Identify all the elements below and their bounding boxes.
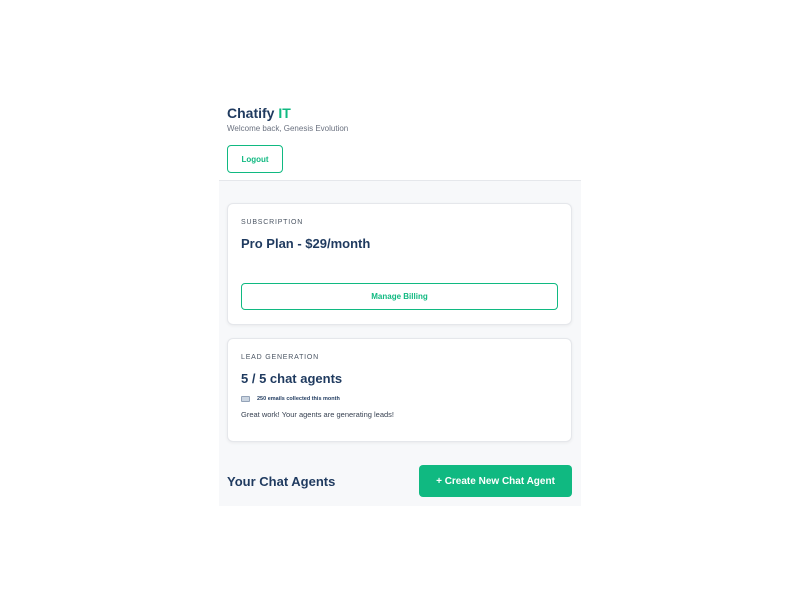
envelope-icon: [241, 396, 250, 402]
plan-title: Pro Plan - $29/month: [241, 236, 371, 251]
logout-button[interactable]: Logout: [227, 145, 283, 173]
manage-billing-button[interactable]: Manage Billing: [241, 283, 558, 310]
welcome-message: Welcome back, Genesis Evolution: [227, 124, 349, 133]
lead-generation-label: LEAD GENERATION: [241, 354, 319, 361]
section-title: Your Chat Agents: [227, 473, 336, 489]
emails-collected-text: 250 emails collected this month: [257, 396, 340, 402]
subscription-label: SUBSCRIPTION: [241, 219, 304, 226]
agents-count: 5 / 5 chat agents: [241, 371, 343, 386]
success-message: Great work! Your agents are generating l…: [241, 410, 395, 419]
brand-accent: IT: [278, 105, 291, 121]
lead-generation-card: LEAD GENERATION 5 / 5 chat agents 250 em…: [227, 338, 572, 442]
brand-logo: Chatify IT: [227, 105, 573, 121]
brand-name: Chatify: [227, 105, 275, 121]
emails-collected: 250 emails collected this month: [241, 396, 558, 402]
dashboard: Chatify IT Welcome back, Genesis Evoluti…: [219, 95, 581, 506]
subscription-card: SUBSCRIPTION Pro Plan - $29/month Manage…: [227, 203, 572, 325]
chat-agents-header: Your Chat Agents + Create New Chat Agent: [227, 465, 572, 497]
create-chat-agent-button[interactable]: + Create New Chat Agent: [419, 465, 572, 497]
header: Chatify IT Welcome back, Genesis Evoluti…: [219, 95, 581, 181]
